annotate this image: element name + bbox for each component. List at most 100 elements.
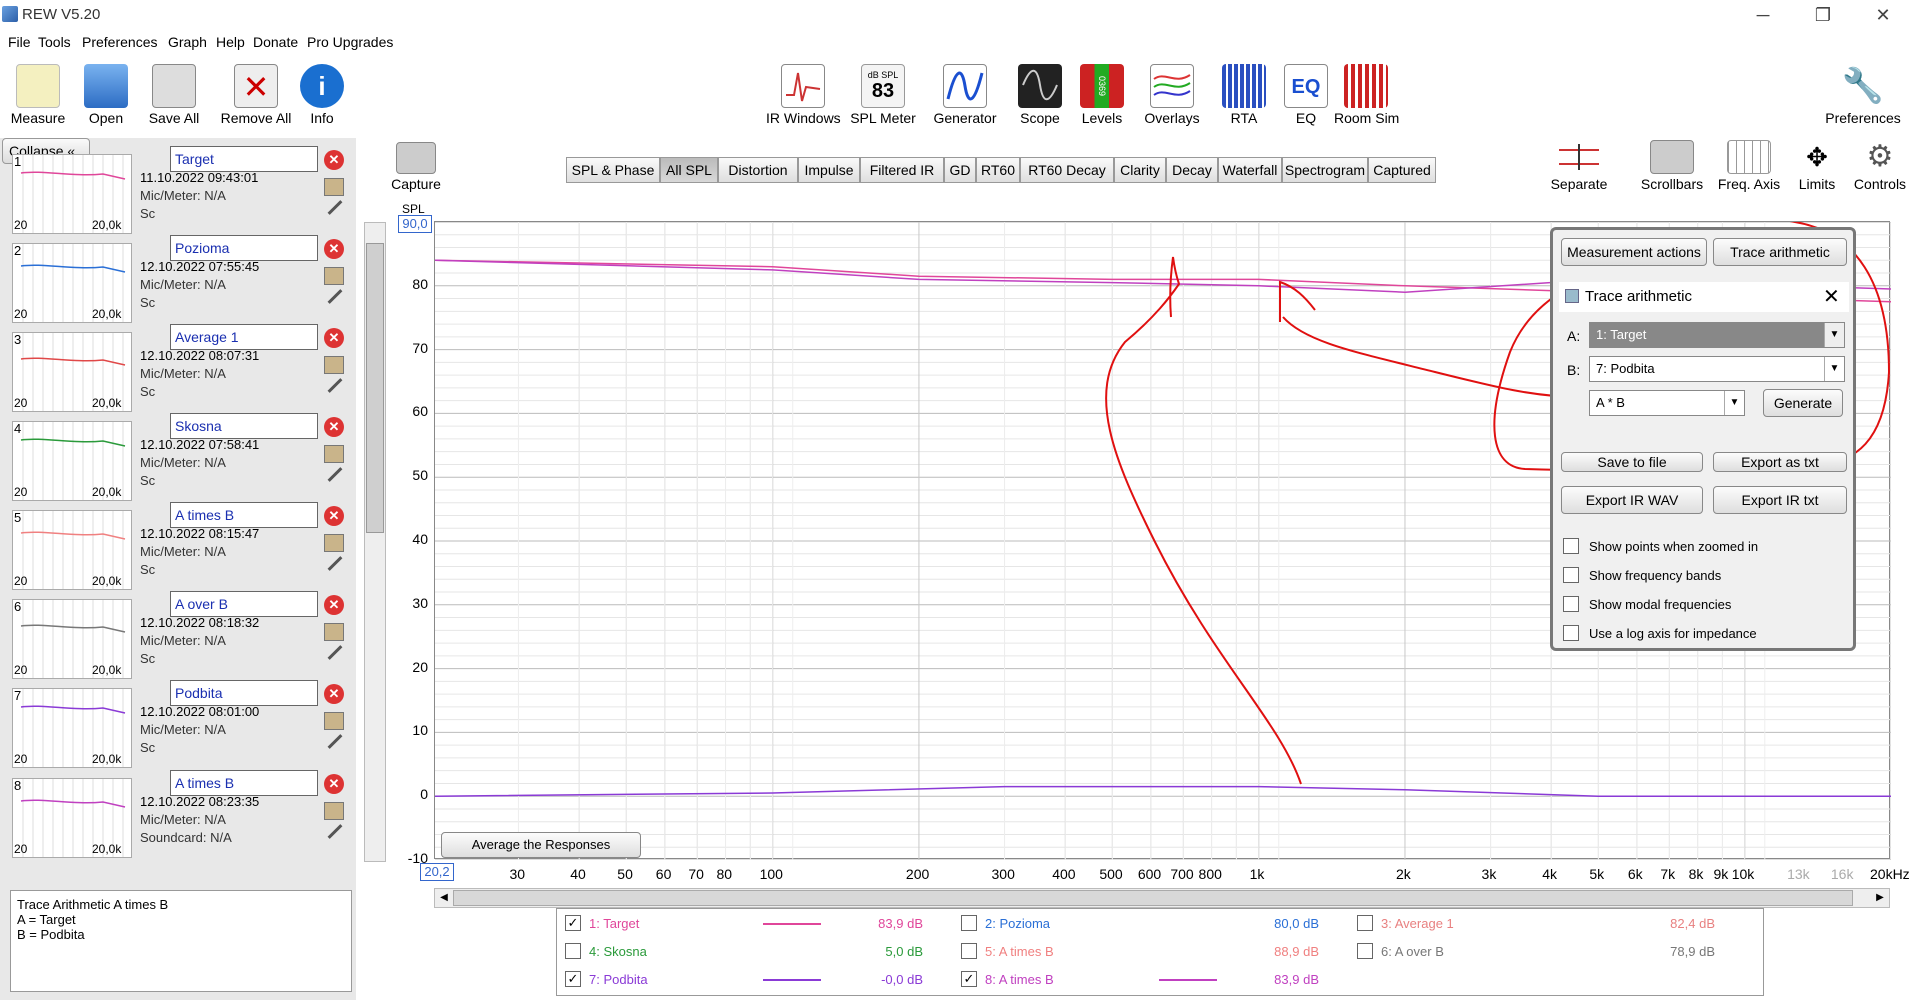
remove-measurement-icon[interactable]: ✕ xyxy=(324,239,344,259)
pen-icon[interactable] xyxy=(327,378,343,393)
checkbox[interactable] xyxy=(1563,567,1579,583)
measurement-name-field[interactable]: Podbita xyxy=(170,680,318,706)
measurement-item[interactable]: 3 20 20,0k Average 1 ✕ 12.10.2022 08:07:31 Mic… xyxy=(6,324,356,414)
generate-button[interactable]: Generate xyxy=(1763,389,1843,417)
ir-windows-button[interactable]: IR Windows xyxy=(766,64,841,126)
checkbox[interactable] xyxy=(1563,538,1579,554)
remove-measurement-icon[interactable]: ✕ xyxy=(324,595,344,615)
restore-icon[interactable]: ❐ xyxy=(1800,2,1846,28)
measurement-name-field[interactable]: A over B xyxy=(170,591,318,617)
legend-checkbox[interactable]: ✓ xyxy=(565,915,581,931)
open-button[interactable]: Open xyxy=(78,64,134,126)
legend-checkbox[interactable] xyxy=(961,915,977,931)
tab-rt60[interactable]: RT60 xyxy=(976,157,1020,183)
remove-measurement-icon[interactable]: ✕ xyxy=(324,417,344,437)
measurement-tools-icon[interactable] xyxy=(324,267,344,285)
measurement-tools-icon[interactable] xyxy=(324,356,344,374)
levels-button[interactable]: 0369 Levels xyxy=(1080,64,1124,126)
tab-clarity[interactable]: Clarity xyxy=(1114,157,1166,183)
info-button[interactable]: i Info xyxy=(300,64,344,126)
measurement-actions-button[interactable]: Measurement actions xyxy=(1561,238,1707,266)
export-as-txt-button[interactable]: Export as txt xyxy=(1713,452,1847,472)
h-scroll-thumb[interactable] xyxy=(453,890,1853,906)
save-to-file-button[interactable]: Save to file xyxy=(1561,452,1703,472)
menu-tools[interactable]: Tools xyxy=(38,34,71,50)
b-select[interactable]: 7: Podbita ▼ xyxy=(1589,356,1845,382)
average-responses-button[interactable]: Average the Responses xyxy=(441,832,641,858)
measurement-tools-icon[interactable] xyxy=(324,623,344,641)
save-all-button[interactable]: Save All xyxy=(144,64,204,126)
pen-icon[interactable] xyxy=(327,289,343,304)
tab-impulse[interactable]: Impulse xyxy=(798,157,860,183)
remove-measurement-icon[interactable]: ✕ xyxy=(324,150,344,170)
scroll-right-icon[interactable]: ▶ xyxy=(1871,889,1889,907)
measurement-tools-icon[interactable] xyxy=(324,178,344,196)
export-ir-txt-button[interactable]: Export IR txt xyxy=(1713,486,1847,514)
measurement-notes[interactable]: Trace Arithmetic A times B A = Target B … xyxy=(10,890,352,992)
pen-icon[interactable] xyxy=(327,556,343,571)
tab-distortion[interactable]: Distortion xyxy=(718,157,798,183)
legend-checkbox[interactable]: ✓ xyxy=(961,971,977,987)
export-ir-wav-button[interactable]: Export IR WAV xyxy=(1561,486,1703,514)
x-min-field[interactable]: 20,2 xyxy=(420,863,454,881)
tab-rt60-decay[interactable]: RT60 Decay xyxy=(1020,157,1114,183)
close-icon[interactable]: ✕ xyxy=(1823,284,1840,309)
tab-all-spl[interactable]: All SPL xyxy=(660,157,718,183)
measurement-name-field[interactable]: Average 1 xyxy=(170,324,318,350)
measurement-item[interactable]: 1 20 20,0k Target ✕ 11.10.2022 09:43:01 Mic/Me… xyxy=(6,146,356,236)
measurement-name-field[interactable]: Pozioma xyxy=(170,235,318,261)
remove-all-button[interactable]: ✕ Remove All xyxy=(216,64,296,126)
limits-button[interactable]: ✥ Limits xyxy=(1792,140,1842,192)
controls-button[interactable]: ⚙ Controls xyxy=(1852,140,1908,192)
rta-button[interactable]: RTA xyxy=(1222,64,1266,126)
measurement-item[interactable]: 2 20 20,0k Pozioma ✕ 12.10.2022 07:55:45 Mic/M… xyxy=(6,235,356,325)
measurement-name-field[interactable]: A times B xyxy=(170,770,318,796)
scope-button[interactable]: Scope xyxy=(1018,64,1062,126)
measure-button[interactable]: Measure xyxy=(8,64,68,126)
overlays-button[interactable]: Overlays xyxy=(1142,64,1202,126)
measurement-item[interactable]: 4 20 20,0k Skosna ✕ 12.10.2022 07:58:41 Mic/Me… xyxy=(6,413,356,503)
freq-axis-button[interactable]: Freq. Axis xyxy=(1716,140,1782,192)
menu-help[interactable]: Help xyxy=(216,34,245,50)
measurement-name-field[interactable]: A times B xyxy=(170,502,318,528)
measurement-tools-icon[interactable] xyxy=(324,802,344,820)
horizontal-scrollbar[interactable]: ◀ ▶ xyxy=(434,888,1890,908)
scrollbars-button[interactable]: Scrollbars xyxy=(1632,140,1712,192)
measurement-name-field[interactable]: Skosna xyxy=(170,413,318,439)
menu-graph[interactable]: Graph xyxy=(168,34,207,50)
close-window-icon[interactable]: ✕ xyxy=(1860,2,1906,28)
measurement-tools-icon[interactable] xyxy=(324,534,344,552)
tab-gd[interactable]: GD xyxy=(944,157,976,183)
tab-spl-phase[interactable]: SPL & Phase xyxy=(566,157,660,183)
generator-button[interactable]: Generator xyxy=(930,64,1000,126)
pen-icon[interactable] xyxy=(327,645,343,660)
preferences-button[interactable]: 🔧 Preferences xyxy=(1820,64,1906,126)
pen-icon[interactable] xyxy=(327,200,343,215)
pen-icon[interactable] xyxy=(327,467,343,482)
menu-preferences[interactable]: Preferences xyxy=(82,34,157,50)
legend-checkbox[interactable] xyxy=(1357,943,1373,959)
tab-filtered-ir[interactable]: Filtered IR xyxy=(860,157,944,183)
eq-button[interactable]: EQ EQ xyxy=(1284,64,1328,126)
measurement-tools-icon[interactable] xyxy=(324,712,344,730)
capture-button[interactable]: Capture xyxy=(390,142,442,192)
y-max-field[interactable]: 90,0 xyxy=(398,215,432,233)
menu-donate[interactable]: Donate xyxy=(253,34,298,50)
legend-checkbox[interactable]: ✓ xyxy=(565,971,581,987)
pen-icon[interactable] xyxy=(327,734,343,749)
minimize-icon[interactable]: ─ xyxy=(1740,2,1786,28)
scroll-thumb[interactable] xyxy=(366,243,384,533)
spl-meter-button[interactable]: dB SPL 83 SPL Meter xyxy=(848,64,918,126)
remove-measurement-icon[interactable]: ✕ xyxy=(324,684,344,704)
trace-arithmetic-button[interactable]: Trace arithmetic xyxy=(1713,238,1847,266)
menu-pro-upgrades[interactable]: Pro Upgrades xyxy=(307,34,393,50)
measurement-name-field[interactable]: Target xyxy=(170,146,318,172)
tab-captured[interactable]: Captured xyxy=(1368,157,1436,183)
legend-checkbox[interactable] xyxy=(1357,915,1373,931)
measurement-scrollbar[interactable] xyxy=(364,222,386,862)
legend-checkbox[interactable] xyxy=(565,943,581,959)
tab-decay[interactable]: Decay xyxy=(1166,157,1218,183)
legend-checkbox[interactable] xyxy=(961,943,977,959)
measurement-tools-icon[interactable] xyxy=(324,445,344,463)
room-sim-button[interactable]: Room Sim xyxy=(1334,64,1399,126)
